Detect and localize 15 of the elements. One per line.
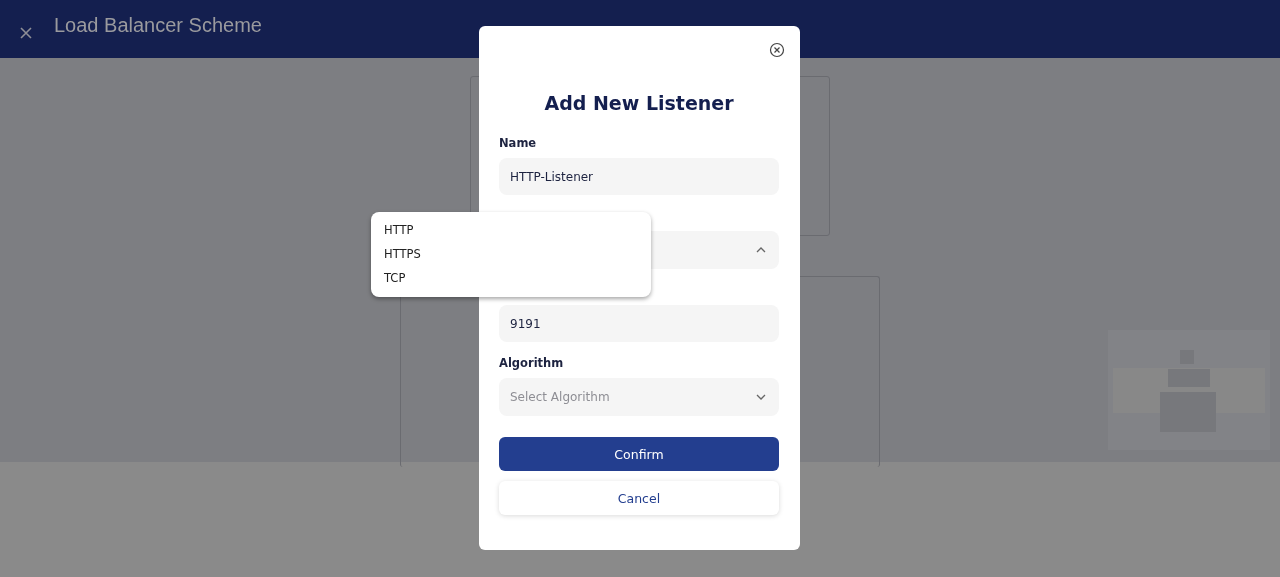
close-icon[interactable]: [769, 42, 785, 58]
input-field[interactable]: 9191: [499, 305, 779, 342]
close-icon[interactable]: [20, 27, 32, 39]
dialog-title: Add New Listener: [543, 92, 735, 114]
dropdown-option[interactable]: HTTP: [371, 218, 651, 242]
confirm-button[interactable]: Confirm: [499, 437, 779, 471]
cancel-button[interactable]: Cancel: [499, 481, 779, 515]
caret-icon: [756, 247, 766, 253]
field-label: Name: [499, 136, 538, 151]
dropdown-option[interactable]: TCP: [371, 266, 651, 290]
input-field[interactable]: HTTP-Listener: [499, 158, 779, 195]
caret-icon: [756, 394, 766, 400]
dropdown-option[interactable]: HTTPS: [371, 242, 651, 266]
field-label: Algorithm: [499, 356, 565, 371]
page-title: Load Balancer Scheme: [54, 13, 262, 37]
